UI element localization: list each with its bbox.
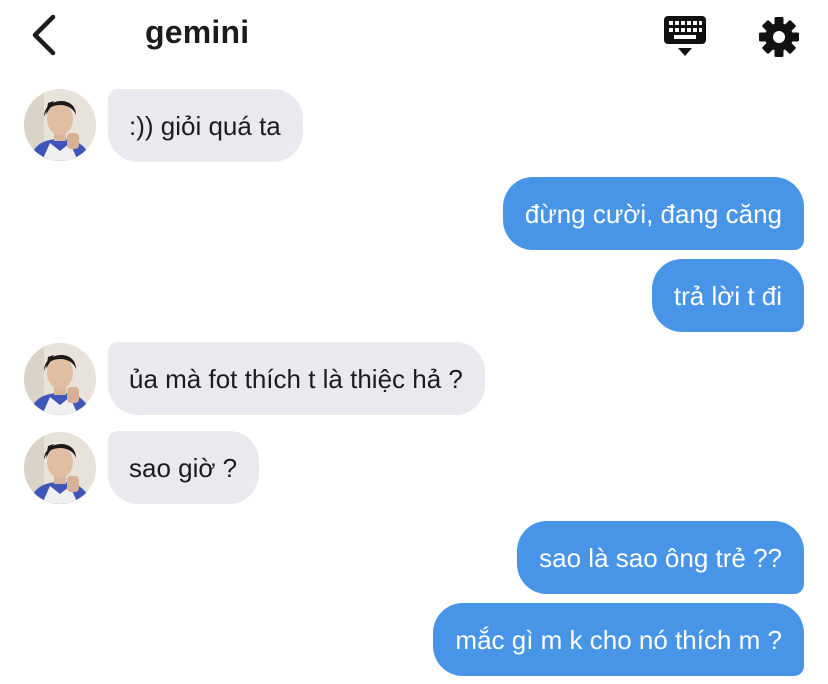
gear-icon bbox=[759, 17, 799, 57]
contact-photo bbox=[24, 89, 96, 161]
keyboard-button[interactable] bbox=[662, 14, 708, 58]
keyboard-icon bbox=[664, 16, 706, 56]
message-bubble-incoming[interactable]: ủa mà fot thích t là thiệc hả ? bbox=[108, 342, 485, 415]
message-bubble-outgoing[interactable]: mắc gì m k cho nó thích m ? bbox=[433, 603, 804, 676]
contact-photo bbox=[24, 343, 96, 415]
message-bubble-outgoing[interactable]: đừng cười, đang căng bbox=[502, 177, 804, 250]
contact-photo bbox=[24, 432, 96, 504]
message-text: sao giờ ? bbox=[129, 452, 238, 483]
message-bubble-outgoing[interactable]: trả lời t đi bbox=[651, 259, 804, 332]
back-button[interactable] bbox=[26, 12, 66, 58]
message-text: đừng cười, đang căng bbox=[524, 198, 782, 229]
avatar[interactable] bbox=[24, 89, 96, 161]
message-text: :)) giỏi quá ta bbox=[129, 110, 281, 141]
avatar[interactable] bbox=[24, 343, 96, 415]
message-text: sao là sao ông trẻ ?? bbox=[539, 542, 782, 573]
settings-button[interactable] bbox=[756, 14, 802, 60]
message-bubble-incoming[interactable]: sao giờ ? bbox=[108, 431, 260, 504]
chat-header: gemini bbox=[0, 0, 828, 76]
avatar[interactable] bbox=[24, 432, 96, 504]
chevron-left-icon bbox=[32, 14, 56, 56]
message-text: trả lời t đi bbox=[673, 280, 782, 311]
message-bubble-incoming[interactable]: :)) giỏi quá ta bbox=[108, 89, 303, 162]
message-text: ủa mà fot thích t là thiệc hả ? bbox=[129, 363, 463, 394]
message-text: mắc gì m k cho nó thích m ? bbox=[455, 624, 782, 655]
message-bubble-outgoing[interactable]: sao là sao ông trẻ ?? bbox=[517, 521, 804, 594]
chat-title: gemini bbox=[145, 14, 250, 50]
